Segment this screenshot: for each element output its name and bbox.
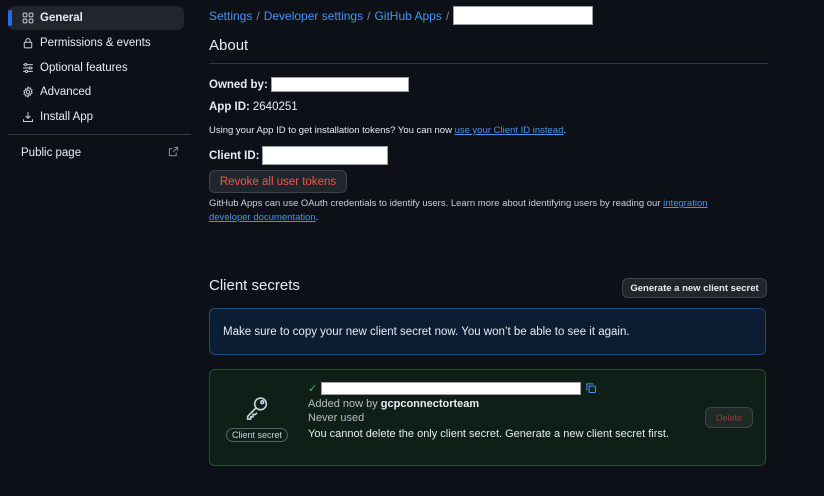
gear-icon xyxy=(22,86,34,99)
client-id-label: Client ID: xyxy=(209,149,260,162)
redacted-secret-value xyxy=(321,381,582,395)
redacted-client-id xyxy=(262,146,389,165)
sidebar-item-install-app[interactable]: Install App xyxy=(8,105,192,129)
breadcrumb-developer-settings[interactable]: Developer settings xyxy=(264,9,363,23)
owned-by-row: Owned by: xyxy=(209,77,409,92)
added-by-user: gcpconnectorteam xyxy=(380,398,480,410)
app-id-label: App ID: xyxy=(209,101,250,113)
sidebar-item-label: Advanced xyxy=(40,86,92,99)
flash-message: Make sure to copy your new client secret… xyxy=(223,325,630,338)
client-secret-card: Client secret ✓ Added now by gcpconnecto… xyxy=(209,369,766,466)
secret-details: ✓ Added now by gcpconnectorteam Never us… xyxy=(308,380,688,440)
check-icon: ✓ xyxy=(308,382,318,395)
client-secret-badge-area: Client secret xyxy=(222,394,292,442)
secret-value-row: ✓ xyxy=(308,380,688,396)
oauth-note-suffix: . xyxy=(315,212,319,223)
grid-icon xyxy=(22,12,34,24)
revoke-tokens-button[interactable]: Revoke all user tokens xyxy=(209,170,347,193)
client-secrets-heading: Client secrets xyxy=(209,277,300,294)
sidebar-item-general[interactable]: General xyxy=(8,6,184,30)
breadcrumb: Settings / Developer settings / GitHub A… xyxy=(209,6,594,25)
breadcrumb-separator: / xyxy=(367,8,371,23)
public-page-label: Public page xyxy=(21,147,82,159)
client-id-instead-link[interactable]: use your Client ID instead xyxy=(455,125,564,136)
public-page-link[interactable]: Public page xyxy=(21,146,179,160)
breadcrumb-github-apps[interactable]: GitHub Apps xyxy=(374,9,441,23)
settings-sidebar: General Permissions & events Optional fe… xyxy=(8,6,192,159)
copy-secret-flash: Make sure to copy your new client secret… xyxy=(209,308,766,355)
about-heading: About xyxy=(209,37,249,54)
delete-secret-button: Delete xyxy=(705,407,753,428)
breadcrumb-separator: / xyxy=(256,8,260,23)
app-id-row: App ID: 2640251 xyxy=(209,101,298,113)
app-id-note-suffix: . xyxy=(563,125,566,136)
breadcrumb-settings[interactable]: Settings xyxy=(209,9,252,23)
added-prefix: Added now by xyxy=(308,398,378,410)
key-icon xyxy=(243,394,271,425)
client-secret-badge: Client secret xyxy=(225,428,289,442)
generate-secret-button[interactable]: Generate a new client secret xyxy=(622,278,767,298)
external-link-icon xyxy=(168,146,179,160)
copy-icon[interactable] xyxy=(585,382,597,394)
sidebar-item-permissions[interactable]: Permissions & events xyxy=(8,31,192,55)
client-id-row: Client ID: xyxy=(209,146,389,165)
lock-icon xyxy=(22,37,34,49)
secret-usage: Never used xyxy=(308,412,365,424)
oauth-note: GitHub Apps can use OAuth credentials to… xyxy=(209,197,749,225)
sidebar-divider xyxy=(8,134,191,135)
sidebar-item-label: Permissions & events xyxy=(40,36,151,49)
app-id-note: Using your App ID to get installation to… xyxy=(209,124,566,138)
sidebar-item-label: Install App xyxy=(40,111,94,124)
redacted-owner xyxy=(270,77,409,92)
secret-delete-warning: You cannot delete the only client secret… xyxy=(308,428,669,440)
app-id-value: 2640251 xyxy=(252,101,298,113)
sidebar-item-label: General xyxy=(40,12,83,24)
sidebar-item-label: Optional features xyxy=(40,61,128,74)
oauth-note-text: GitHub Apps can use OAuth credentials to… xyxy=(209,198,661,209)
sidebar-item-advanced[interactable]: Advanced xyxy=(8,80,192,104)
about-divider xyxy=(209,63,768,64)
app-id-note-text: Using your App ID to get installation to… xyxy=(209,125,452,136)
redacted-app-name xyxy=(453,6,594,25)
download-icon xyxy=(22,111,34,123)
secret-added-by: Added now by gcpconnectorteam xyxy=(308,398,688,410)
breadcrumb-separator: / xyxy=(445,8,450,23)
sliders-icon xyxy=(22,62,34,74)
sidebar-item-optional-features[interactable]: Optional features xyxy=(8,56,192,80)
owned-by-label: Owned by: xyxy=(209,78,268,91)
